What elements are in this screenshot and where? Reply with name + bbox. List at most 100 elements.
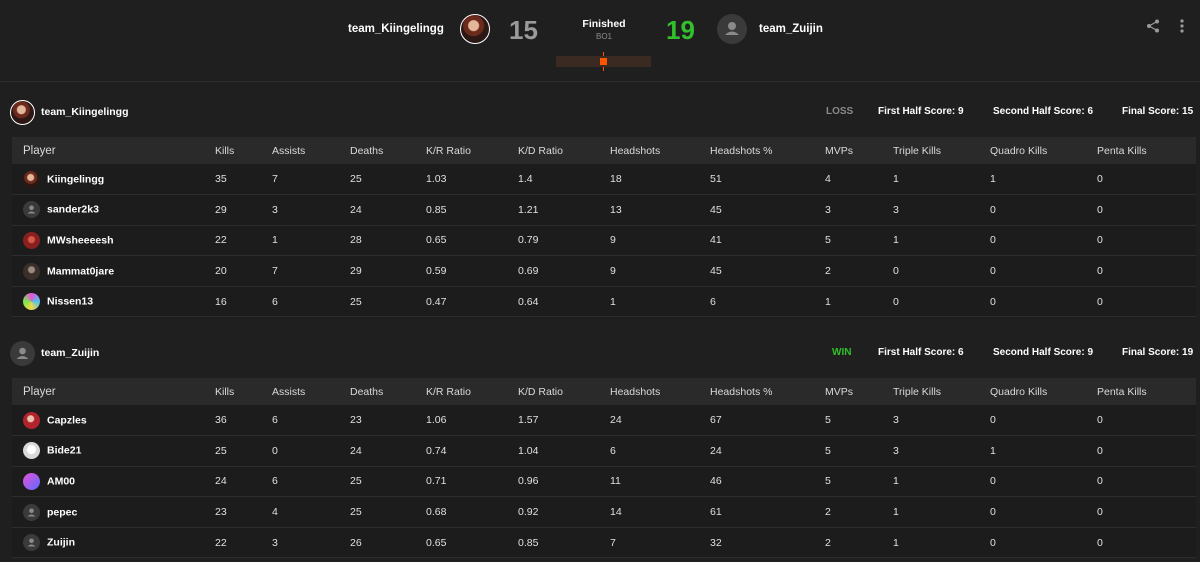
column-header[interactable]: Player: [12, 137, 215, 164]
column-header[interactable]: Penta Kills: [1097, 137, 1196, 164]
stat-cell: 23: [215, 506, 227, 519]
column-header[interactable]: K/D Ratio: [518, 378, 610, 405]
stat-cell: 20: [215, 265, 227, 278]
column-header[interactable]: Penta Kills: [1097, 378, 1196, 405]
stat-cell: 36: [215, 414, 227, 427]
player-avatar[interactable]: [23, 442, 40, 460]
column-header[interactable]: Headshots %: [710, 137, 825, 164]
stat-cell: 3: [893, 414, 899, 427]
right-team-name[interactable]: team_Zuijin: [759, 23, 823, 35]
column-header[interactable]: K/R Ratio: [426, 378, 518, 405]
stat-cell: 16: [215, 295, 227, 308]
player-name[interactable]: AM00: [47, 475, 75, 487]
stat-cell: 1: [990, 173, 996, 186]
column-header[interactable]: MVPs: [825, 378, 893, 405]
player-name[interactable]: Mammat0jare: [47, 265, 114, 277]
stat-cell: 26: [350, 536, 362, 549]
column-header[interactable]: MVPs: [825, 137, 893, 164]
stat-cell: 32: [710, 536, 722, 549]
stat-cell: 0: [1097, 265, 1103, 278]
default-user-icon: [16, 347, 29, 359]
column-header[interactable]: Triple Kills: [893, 137, 990, 164]
default-user-icon: [27, 508, 36, 517]
player-cell[interactable]: Mammat0jare: [12, 256, 215, 287]
table-row: AM00 24 6 25 0.71 0.96 11 46 5 1 0 0: [12, 466, 1196, 497]
column-header[interactable]: Assists: [272, 378, 350, 405]
column-header[interactable]: Headshots: [610, 378, 710, 405]
left-team-name[interactable]: team_Kiingelingg: [348, 23, 444, 35]
column-header[interactable]: Deaths: [350, 378, 426, 405]
stat-cell: 3: [825, 203, 831, 216]
column-header[interactable]: Kills: [215, 378, 272, 405]
player-cell[interactable]: AM00: [12, 466, 215, 497]
team-name[interactable]: team_Zuijin: [41, 347, 99, 359]
stat-cell: 0.92: [518, 506, 539, 519]
player-name[interactable]: Capzles: [47, 414, 87, 426]
stat-cell: 5: [825, 444, 831, 457]
player-name[interactable]: Nissen13: [47, 296, 93, 308]
player-name[interactable]: sander2k3: [47, 204, 99, 216]
column-header[interactable]: Assists: [272, 137, 350, 164]
column-header[interactable]: Triple Kills: [893, 378, 990, 405]
column-header[interactable]: Kills: [215, 137, 272, 164]
player-name[interactable]: Bide21: [47, 445, 81, 457]
player-name[interactable]: MWsheeeesh: [47, 234, 114, 246]
player-name[interactable]: Zuijin: [47, 537, 75, 549]
player-avatar[interactable]: [23, 534, 40, 552]
stat-cell: 7: [272, 265, 278, 278]
right-team-avatar[interactable]: [717, 14, 747, 44]
column-header[interactable]: Player: [12, 378, 215, 405]
column-header[interactable]: K/D Ratio: [518, 137, 610, 164]
more-options-icon[interactable]: [1177, 17, 1187, 35]
player-avatar[interactable]: [23, 503, 40, 521]
player-avatar[interactable]: [23, 170, 40, 188]
match-format: BO1: [595, 32, 612, 41]
stat-cell: 22: [215, 234, 227, 247]
player-avatar[interactable]: [23, 293, 40, 311]
default-user-icon: [27, 538, 36, 547]
stat-cell: 1: [272, 234, 278, 247]
team-avatar[interactable]: [10, 100, 35, 125]
stat-cell: 0: [990, 536, 996, 549]
stat-cell: 1: [990, 444, 996, 457]
stat-cell: 0: [1097, 536, 1103, 549]
stat-cell: 5: [825, 475, 831, 488]
player-avatar[interactable]: [23, 231, 40, 249]
stat-cell: 3: [893, 444, 899, 457]
player-name[interactable]: pepec: [47, 506, 77, 518]
player-cell[interactable]: MWsheeeesh: [12, 225, 215, 256]
column-header[interactable]: Quadro Kills: [990, 137, 1097, 164]
player-cell[interactable]: Nissen13: [12, 286, 215, 317]
player-avatar[interactable]: [23, 262, 40, 280]
player-avatar[interactable]: [23, 472, 40, 490]
round-marker: [600, 58, 607, 65]
table-row: MWsheeeesh 22 1 28 0.65 0.79 9 41 5 1 0 0: [12, 225, 1196, 256]
column-header[interactable]: Quadro Kills: [990, 378, 1097, 405]
stat-cell: 1: [893, 234, 899, 247]
stat-cell: 25: [350, 173, 362, 186]
column-header[interactable]: Deaths: [350, 137, 426, 164]
player-cell[interactable]: Bide21: [12, 436, 215, 467]
player-avatar[interactable]: [23, 201, 40, 219]
stat-cell: 1: [893, 475, 899, 488]
player-cell[interactable]: sander2k3: [12, 195, 215, 226]
column-header[interactable]: Headshots %: [710, 378, 825, 405]
team-name[interactable]: team_Kiingelingg: [41, 106, 129, 118]
team-avatar[interactable]: [10, 341, 35, 366]
stat-cell: 1.21: [518, 203, 539, 216]
share-icon[interactable]: [1146, 19, 1160, 33]
player-cell[interactable]: pepec: [12, 497, 215, 528]
stat-cell: 2: [825, 506, 831, 519]
stat-cell: 22: [215, 536, 227, 549]
player-avatar[interactable]: [23, 411, 40, 429]
player-name[interactable]: Kiingelingg: [47, 173, 104, 185]
column-header[interactable]: K/R Ratio: [426, 137, 518, 164]
stat-cell: 0.68: [426, 506, 447, 519]
player-cell[interactable]: Capzles: [12, 405, 215, 436]
stat-cell: 7: [272, 173, 278, 186]
player-cell[interactable]: Kiingelingg: [12, 164, 215, 195]
stat-cell: 6: [272, 295, 278, 308]
left-team-avatar[interactable]: [460, 14, 490, 44]
player-cell[interactable]: Zuijin: [12, 527, 215, 558]
column-header[interactable]: Headshots: [610, 137, 710, 164]
